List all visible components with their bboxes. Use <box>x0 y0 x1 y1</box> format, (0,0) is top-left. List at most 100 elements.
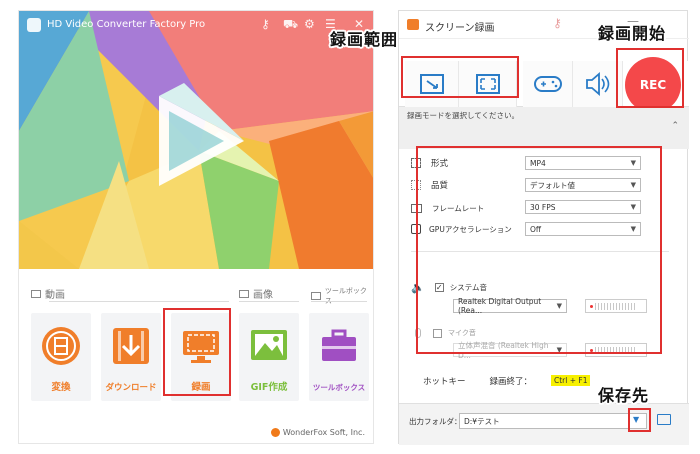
hotkey-label: ホットキー <box>423 377 466 387</box>
screen-record-window: スクリーン録画 ⚷ — REC 録画モードを選択してください。 ⌃ 形式 MP4… <box>398 10 689 445</box>
annotation-record-range: 録画範囲 <box>330 30 399 49</box>
tile-download[interactable]: ダウンロード <box>101 313 161 401</box>
framerate-value: 30 FPS <box>530 202 556 212</box>
cart-icon[interactable]: ⛟ <box>283 17 298 33</box>
tile-convert[interactable]: 変換 <box>31 313 91 401</box>
mic-label: マイク音 <box>448 329 476 337</box>
tile-toolbox-label: ツールボックス <box>312 383 366 392</box>
app-logo-icon <box>27 18 41 32</box>
quality-value: デフォルト値 <box>530 180 575 190</box>
record-title: スクリーン録画 <box>425 23 495 34</box>
download-icon <box>113 328 149 364</box>
system-audio-checkbox[interactable]: ✓ <box>434 282 444 292</box>
hero-banner <box>19 11 373 269</box>
tile-convert-label: 変換 <box>51 382 71 393</box>
system-audio-device-select[interactable]: Realtek Digital Output (Rea... ▼ <box>453 297 567 315</box>
quality-select[interactable]: デフォルト値 ▼ <box>525 178 641 192</box>
section-video: 動画 <box>31 286 65 301</box>
toolbox-icon <box>322 329 356 361</box>
annotation-record-start: 録画開始 <box>598 24 667 43</box>
tile-gif-label: GIF作成 <box>250 382 288 393</box>
tile-record[interactable]: 録画 <box>171 313 231 401</box>
gpu-label: GPUアクセラレーション <box>429 224 512 234</box>
app-title: HD Video Converter Factory Pro <box>47 19 206 30</box>
tile-record-label: 録画 <box>191 382 211 393</box>
region-capture-button[interactable] <box>405 61 459 107</box>
folder-icon[interactable] <box>657 414 671 425</box>
chevron-down-icon: ▼ <box>630 225 636 233</box>
rec-button[interactable]: REC <box>625 57 681 113</box>
mic-meter <box>585 343 647 357</box>
section-image-label: 画像 <box>253 290 273 301</box>
framerate-label: フレームレート <box>432 203 485 213</box>
system-audio-meter <box>585 299 647 313</box>
quality-icon <box>411 180 421 190</box>
settings-panel: 形式 MP4 ▼ 品質 デフォルト値 ▼ フレームレート 30 FPS ▼ GPUアク… <box>411 151 675 361</box>
gamepad-icon <box>534 76 562 92</box>
hotkey-value[interactable]: Ctrl + F1 <box>551 375 591 386</box>
audio-only-button[interactable] <box>573 61 623 107</box>
region-select-icon <box>420 74 444 94</box>
record-toolbar: REC <box>399 57 689 113</box>
format-row: 形式 <box>411 155 448 171</box>
speaker-icon <box>586 72 610 96</box>
section-toolbox: ツールボックス <box>311 286 373 306</box>
mic-checkbox[interactable] <box>433 328 442 338</box>
output-folder-value: D:¥テスト <box>464 416 500 426</box>
format-select[interactable]: MP4 ▼ <box>525 156 641 170</box>
mode-hint-text: 録画モードを選択してください。 <box>407 111 520 120</box>
format-icon <box>411 158 421 168</box>
section-image: 画像 <box>239 286 273 301</box>
toolbox-divider <box>311 301 367 302</box>
settings-divider <box>411 251 669 252</box>
title-bar: HD Video Converter Factory Pro ⚷ ⛟ ⚙ ☰ ✕ <box>19 11 373 41</box>
system-speaker-icon: 🔈 <box>411 280 425 294</box>
converter-window: HD Video Converter Factory Pro ⚷ ⛟ ⚙ ☰ ✕… <box>18 10 374 444</box>
mic-row: マイク音 <box>411 325 476 341</box>
hotkey-action: 録画終了： <box>489 377 533 387</box>
wonderfox-logo-icon <box>270 428 280 437</box>
video-section-icon <box>31 289 41 298</box>
footer-text: WonderFox Soft, Inc. <box>282 428 365 437</box>
tile-gif[interactable]: GIF作成 <box>239 313 299 401</box>
fullscreen-capture-button[interactable] <box>459 61 517 107</box>
quality-row: 品質 <box>411 177 448 193</box>
image-section-icon <box>239 289 249 298</box>
system-audio-label: システム音 <box>449 282 487 292</box>
output-dropdown-button[interactable]: ▼ <box>633 415 639 424</box>
gpu-select[interactable]: Off ▼ <box>525 222 641 236</box>
screen-record-icon <box>183 331 219 363</box>
format-label: 形式 <box>431 159 449 169</box>
microphone-icon <box>415 328 421 338</box>
fullscreen-icon <box>476 74 500 94</box>
tile-toolbox[interactable]: ツールボックス <box>309 313 369 401</box>
section-toolbox-label: ツールボックス <box>324 287 367 305</box>
image-icon <box>251 330 287 360</box>
video-divider <box>49 301 229 302</box>
collapse-icon[interactable]: ⌃ <box>671 121 679 131</box>
settings-icon[interactable]: ⚙ <box>304 17 315 31</box>
chevron-down-icon: ▼ <box>630 203 636 211</box>
chevron-down-icon: ▼ <box>556 346 562 354</box>
framerate-icon <box>411 203 422 213</box>
record-app-icon <box>407 19 419 30</box>
output-folder-select[interactable]: D:¥テスト <box>459 413 647 429</box>
chevron-down-icon: ▼ <box>630 181 636 189</box>
gpu-row: GPUアクセラレーション <box>411 221 512 237</box>
key-icon[interactable]: ⚷ <box>261 17 270 31</box>
format-value: MP4 <box>530 158 546 168</box>
framerate-select[interactable]: 30 FPS ▼ <box>525 200 641 214</box>
toolbox-section-icon <box>311 292 321 300</box>
footer: WonderFox Soft, Inc. <box>270 428 365 437</box>
rec-button-label: REC <box>639 78 667 92</box>
system-audio-row: 🔈 ✓ システム音 <box>411 279 487 295</box>
gpu-icon <box>411 224 421 234</box>
quality-label: 品質 <box>431 181 449 191</box>
chevron-down-icon: ▼ <box>630 159 636 167</box>
gpu-value: Off <box>530 224 542 234</box>
mic-device-select[interactable]: 立体声混音 (Realtek High D... ▼ <box>453 341 567 360</box>
section-video-label: 動画 <box>45 290 65 301</box>
output-folder-label: 出力フォルダ： <box>409 417 462 426</box>
game-mode-button[interactable] <box>523 61 573 107</box>
key-icon[interactable]: ⚷ <box>553 16 562 30</box>
